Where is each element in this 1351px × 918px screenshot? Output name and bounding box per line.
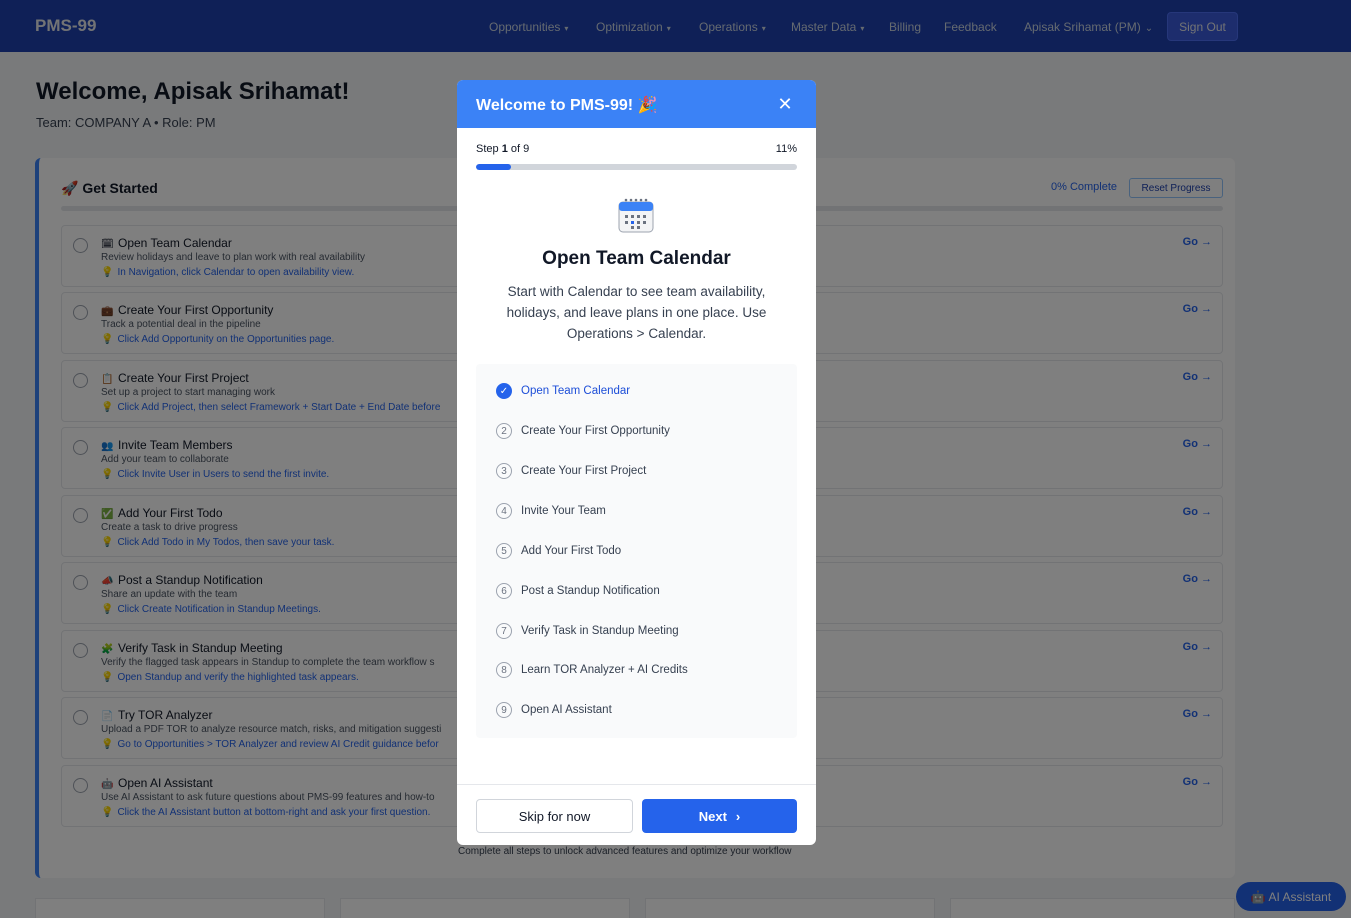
step-prefix: Step bbox=[476, 143, 502, 155]
step-description: Start with Calendar to see team availabi… bbox=[506, 284, 767, 341]
step-number: 3 bbox=[496, 463, 512, 479]
modal-footer: Skip for now Next › bbox=[457, 784, 816, 845]
close-icon[interactable]: ✕ bbox=[775, 94, 795, 114]
checklist-label: Learn TOR Analyzer + AI Credits bbox=[521, 664, 688, 676]
step-number: 4 bbox=[496, 503, 512, 519]
checklist-item[interactable]: 7 Verify Task in Standup Meeting bbox=[496, 622, 679, 640]
checklist-label: Add Your First Todo bbox=[521, 545, 622, 557]
step-counter: Step 1 of 9 bbox=[476, 143, 529, 155]
step-number: 5 bbox=[496, 543, 512, 559]
checklist-item[interactable]: 5 Add Your First Todo bbox=[496, 542, 621, 560]
onboarding-progress-bar bbox=[476, 164, 797, 170]
checklist-label: Post a Standup Notification bbox=[521, 585, 660, 597]
checklist-item[interactable]: 8 Learn TOR Analyzer + AI Credits bbox=[496, 661, 688, 679]
next-label: Next bbox=[698, 808, 727, 824]
checklist-label: Open AI Assistant bbox=[521, 704, 612, 716]
step-heading: Open Team Calendar bbox=[542, 248, 731, 269]
checklist-item[interactable]: 2 Create Your First Opportunity bbox=[496, 422, 670, 440]
progress-fill bbox=[476, 164, 512, 170]
checklist-label: Verify Task in Standup Meeting bbox=[521, 625, 679, 637]
checklist-item[interactable]: 4 Invite Your Team bbox=[496, 502, 606, 520]
checklist-item[interactable]: 6 Post a Standup Notification bbox=[496, 582, 660, 600]
check-circle-icon: ✓ bbox=[496, 383, 512, 399]
calendar-icon bbox=[618, 198, 654, 233]
checklist-label: Invite Your Team bbox=[521, 505, 606, 517]
progress-percent: 11% bbox=[775, 143, 797, 155]
checklist-label: Create Your First Project bbox=[521, 465, 647, 477]
onboarding-checklist: ✓ Open Team Calendar 2 Create Your First O… bbox=[476, 364, 797, 738]
checklist-label: Create Your First Opportunity bbox=[521, 425, 670, 437]
checklist-item[interactable]: 3 Create Your First Project bbox=[496, 462, 646, 480]
step-number: 9 bbox=[496, 702, 512, 718]
step-suffix: of 9 bbox=[507, 143, 530, 155]
step-number: 8 bbox=[496, 662, 512, 678]
modal-header: Welcome to PMS-99! 🎉 ✕ bbox=[457, 80, 816, 128]
next-button[interactable]: Next › bbox=[642, 799, 797, 833]
step-number: 2 bbox=[496, 423, 512, 439]
checklist-label: Open Team Calendar bbox=[521, 385, 631, 397]
step-number: 7 bbox=[496, 623, 512, 639]
chevron-right-icon: › bbox=[735, 808, 741, 824]
checklist-item[interactable]: 9 Open AI Assistant bbox=[496, 701, 612, 719]
modal-title: Welcome to PMS-99! 🎉 bbox=[476, 97, 658, 114]
skip-button[interactable]: Skip for now bbox=[476, 799, 633, 833]
checklist-item[interactable]: ✓ Open Team Calendar bbox=[496, 382, 630, 400]
step-number: 6 bbox=[496, 583, 512, 599]
onboarding-modal: Welcome to PMS-99! 🎉 ✕ Step 1 of 9 11% O… bbox=[457, 80, 816, 845]
